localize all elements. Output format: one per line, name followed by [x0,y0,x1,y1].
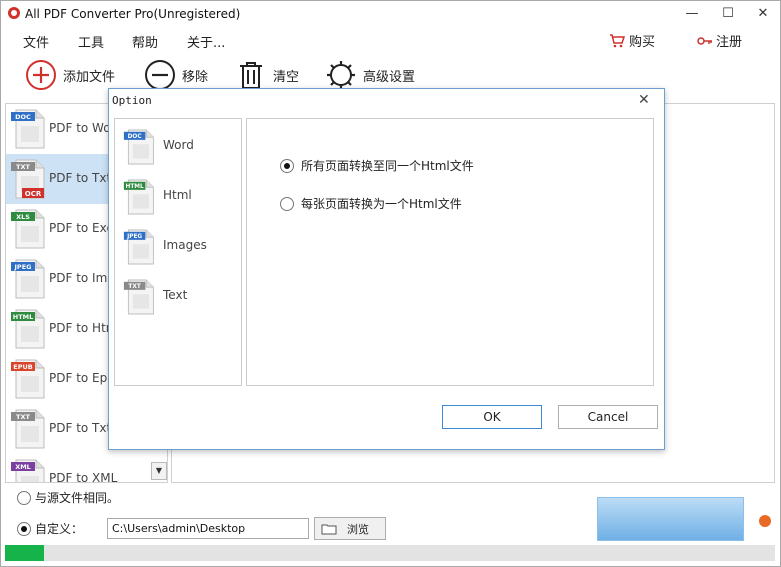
scroll-down-button[interactable]: ▼ [151,462,167,480]
dialog-tab-images[interactable]: JPEG Images [119,223,239,269]
maximize-button[interactable]: ☐ [714,3,742,25]
minus-circle-icon [145,60,175,90]
svg-text:DOC: DOC [15,113,31,121]
svg-text:JPEG: JPEG [126,234,142,240]
add-file-label: 添加文件 [63,69,116,85]
app-window: All PDF Converter Pro(Unregistered) — ☐ … [0,0,781,567]
format-item[interactable]: XML PDF to XML [6,454,154,483]
same-as-source-label: 与源文件相同。 [35,491,120,505]
buy-label: 购买 [629,35,656,50]
key-icon [697,36,712,45]
dialog-tab-text[interactable]: TXT Text [119,273,239,319]
custom-path-label: 自定义： [35,522,84,536]
svg-text:TXT: TXT [16,163,30,171]
clear-button[interactable]: 清空 [235,59,299,91]
close-button[interactable]: ✕ [749,3,777,25]
menu-tools[interactable]: 工具 [78,32,104,51]
cart-icon [610,33,625,47]
file-type-icon: TXT [10,408,48,450]
file-type-icon: DOC [123,127,157,167]
browse-button[interactable]: 浏览 [314,517,386,540]
gear-icon [327,61,355,89]
html-output-option[interactable]: 每张页面转换为一个Html文件 [280,195,462,212]
html-output-option[interactable]: 所有页面转换至同一个Html文件 [280,157,474,174]
dialog-tab-label: Images [163,238,207,252]
file-type-icon: JPEG [10,258,48,300]
same-as-source-radio[interactable] [17,490,31,505]
format-label: PDF to Txt [49,421,112,435]
minimize-button[interactable]: — [678,3,706,25]
dialog-tab-label: Word [163,138,194,152]
custom-path-radio[interactable] [17,521,31,536]
option-dialog: Option ✕ DOC Word HTML Html JPEG Images TXT Tex… [108,88,665,450]
format-label: PDF to XML [49,471,118,483]
dialog-format-tabs: DOC Word HTML Html JPEG Images TXT Text [114,118,242,386]
dialog-tab-word[interactable]: DOC Word [119,123,239,169]
file-type-icon: XLS [10,208,48,250]
advanced-settings-label: 高级设置 [363,69,416,85]
menu-help[interactable]: 帮助 [132,32,158,51]
register-button[interactable]: 注册 [697,31,742,50]
option-radio[interactable] [280,158,294,173]
svg-text:XLS: XLS [16,213,30,221]
output-same-as-source[interactable]: 与源文件相同。 [17,489,119,506]
menu-about[interactable]: 关于... [187,32,225,51]
progress-fill [5,545,44,561]
svg-text:TXT: TXT [16,413,30,421]
conversion-progress-bar [5,545,775,561]
svg-text:DOC: DOC [128,134,142,140]
trash-icon [240,62,262,89]
browse-label: 浏览 [347,522,369,536]
dialog-tab-label: Html [163,188,192,202]
svg-text:JPEG: JPEG [14,263,32,271]
format-label: PDF to Txt [49,171,112,185]
advanced-settings-button[interactable]: 高级设置 [325,59,415,91]
plus-circle-icon [26,60,56,90]
add-file-button[interactable]: 添加文件 [25,59,115,91]
promo-banner[interactable] [597,497,744,541]
register-label: 注册 [716,35,743,50]
output-custom[interactable]: 自定义： [17,520,83,537]
menu-bar: 文件 工具 帮助 关于... [1,29,780,53]
dialog-tab-label: Text [163,288,188,302]
file-type-icon: TXT [123,277,157,317]
option-radio[interactable] [280,196,294,211]
cancel-button[interactable]: Cancel [558,405,658,429]
file-type-icon: XML [10,458,48,482]
svg-text:OCR: OCR [25,190,42,198]
file-type-icon: HTML [123,177,157,217]
clear-label: 清空 [273,69,300,85]
promo-logo-icon [759,515,771,527]
svg-text:HTML: HTML [13,313,33,321]
dialog-tab-html[interactable]: HTML Html [119,173,239,219]
svg-text:XML: XML [15,463,31,471]
option-label: 所有页面转换至同一个Html文件 [301,159,474,173]
dialog-close-button[interactable]: ✕ [638,92,650,108]
remove-button[interactable]: 移除 [144,59,208,91]
folder-icon [321,524,337,534]
dialog-title: Option [112,94,152,107]
window-title: All PDF Converter Pro(Unregistered) [25,7,241,21]
svg-text:EPUB: EPUB [13,363,32,371]
file-type-icon: HTML [10,308,48,350]
menu-file[interactable]: 文件 [23,32,49,51]
file-type-icon: JPEG [123,227,157,267]
option-label: 每张页面转换为一个Html文件 [301,197,462,211]
ok-button[interactable]: OK [442,405,542,429]
app-logo-icon [8,7,20,19]
svg-text:TXT: TXT [128,284,140,290]
file-type-icon: TXT OCR [10,158,48,200]
dialog-options-panel: 所有页面转换至同一个Html文件 每张页面转换为一个Html文件 [246,118,654,386]
title-bar: All PDF Converter Pro(Unregistered) — ☐ … [1,1,780,29]
buy-button[interactable]: 购买 [609,31,655,50]
remove-label: 移除 [182,69,209,85]
output-path-input[interactable] [107,518,309,539]
svg-text:HTML: HTML [125,184,144,190]
file-type-icon: EPUB [10,358,48,400]
file-type-icon: DOC [10,108,48,150]
